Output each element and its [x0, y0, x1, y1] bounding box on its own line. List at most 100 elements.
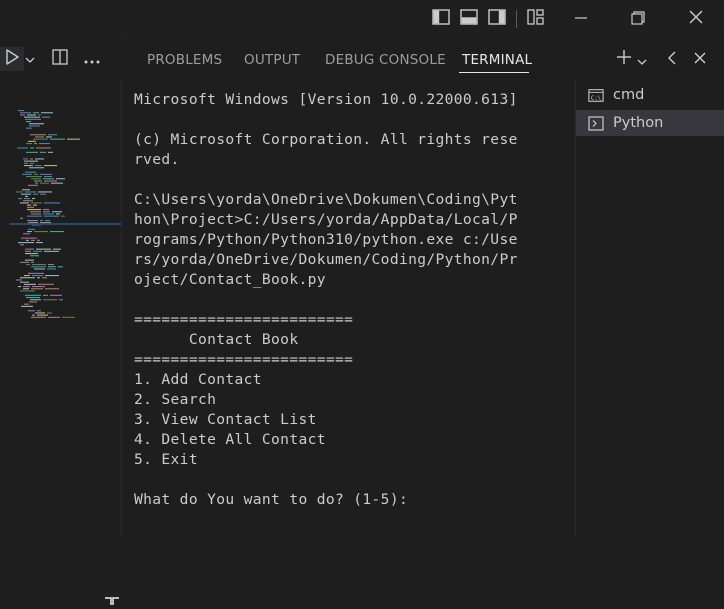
minimap-code-line — [27, 231, 32, 233]
minimap-code-line — [42, 116, 50, 118]
minimap-code-line — [27, 220, 38, 222]
tab-terminal[interactable]: TERMINAL — [462, 52, 532, 68]
minimap-code-line — [25, 250, 31, 252]
tab-problems[interactable]: PROBLEMS — [147, 52, 222, 68]
minimap-code-line — [43, 211, 50, 213]
minimap-code-line — [45, 275, 59, 277]
minimap-code-line — [35, 136, 44, 138]
minimap-code-line — [29, 301, 37, 303]
terminal-line: rved. — [134, 151, 180, 168]
minimap-code-line — [29, 125, 40, 127]
minimap-code-line — [26, 143, 32, 145]
minimap-code-line — [31, 178, 41, 180]
minimap-code-line — [24, 165, 33, 167]
minimap-code-line — [43, 299, 57, 301]
minimap-code-line — [34, 180, 42, 182]
minimap-code-line — [27, 206, 34, 208]
restore-button[interactable] — [625, 6, 651, 32]
close-window-button[interactable] — [683, 6, 709, 32]
minimap[interactable] — [0, 80, 122, 605]
minimap-code-line — [20, 261, 29, 263]
terminal-profile-dropdown[interactable] — [636, 53, 650, 67]
minimap-code-line — [37, 239, 40, 241]
tab-output[interactable]: OUTPUT — [244, 52, 300, 68]
minimap-code-line — [48, 151, 53, 153]
minimize-button[interactable] — [568, 6, 594, 32]
terminal-line: 4. Delete All Contact — [134, 431, 326, 448]
terminal-output[interactable]: Microsoft Windows [Version 10.0.22000.61… — [122, 80, 574, 537]
minimap-code-line — [33, 138, 48, 140]
minimap-code-line — [23, 158, 28, 160]
minimap-code-line — [26, 127, 32, 129]
minimap-code-preview — [10, 110, 121, 318]
minimap-code-line — [25, 294, 41, 296]
minimap-code-line — [31, 202, 42, 204]
minimap-code-line — [41, 112, 53, 114]
minimap-code-line — [20, 277, 35, 279]
minimap-code-line — [43, 213, 54, 215]
minimap-code-line — [20, 202, 29, 204]
minimap-code-line — [44, 202, 60, 204]
minimap-code-line — [37, 314, 48, 316]
minimap-code-line — [32, 275, 43, 277]
terminal-tab-python[interactable]: Python — [576, 110, 724, 136]
minimap-code-line — [44, 165, 57, 167]
minimap-code-line — [51, 182, 63, 184]
minimap-code-line — [25, 191, 36, 193]
tab-debug-console[interactable]: DEBUG CONSOLE — [325, 52, 446, 68]
minimap-code-line — [16, 279, 22, 281]
minimap-code-line — [48, 316, 60, 318]
minimap-code-line — [37, 277, 40, 279]
minimap-code-line — [23, 200, 33, 202]
chevron-down-icon — [24, 51, 36, 70]
restore-icon — [631, 10, 645, 29]
toggle-primary-sidebar-button[interactable] — [428, 6, 454, 32]
previous-panel-button[interactable] — [664, 51, 680, 67]
title-bar — [0, 0, 724, 39]
minimap-code-line — [24, 283, 36, 285]
editor-toolbar — [0, 38, 121, 80]
minimap-code-line — [46, 136, 52, 138]
terminal-tab-cmd[interactable]: C:\ cmd — [576, 82, 724, 108]
run-button[interactable] — [0, 47, 24, 71]
minimap-code-line — [18, 198, 22, 200]
minimap-code-line — [33, 193, 38, 195]
minimap-code-line — [26, 297, 40, 299]
split-editor-button[interactable] — [50, 49, 70, 69]
new-terminal-button[interactable] — [614, 49, 634, 69]
terminal-line: 1. Add Contact — [134, 371, 262, 388]
minimap-code-line — [47, 268, 56, 270]
minimap-code-line — [39, 143, 50, 145]
close-icon — [688, 9, 704, 29]
minimap-code-line — [28, 310, 35, 312]
minimap-code-line — [24, 275, 30, 277]
run-options-dropdown[interactable] — [24, 51, 38, 67]
close-panel-button[interactable] — [692, 51, 708, 67]
toggle-panel-button[interactable] — [456, 6, 482, 32]
minimap-code-line — [33, 250, 42, 252]
terminal-tab-label: Python — [613, 115, 664, 131]
chevron-left-icon — [667, 50, 677, 69]
minimap-scroll-indicator[interactable] — [105, 590, 119, 605]
minimap-code-line — [48, 134, 57, 136]
terminal-line: oject/Contact_Book.py — [134, 271, 326, 288]
minimap-code-line — [21, 237, 37, 239]
layout-sidebar-left-icon — [432, 9, 450, 29]
minimap-code-line — [40, 193, 46, 195]
toggle-secondary-sidebar-button[interactable] — [484, 6, 510, 32]
terminal-line: rs/yorda/OneDrive/Dokumen/Coding/Python/… — [134, 251, 518, 268]
minimap-code-line — [53, 248, 61, 250]
minimap-code-line — [20, 112, 31, 114]
minimap-code-line — [34, 173, 38, 175]
cmd-icon: C:\ — [588, 88, 604, 102]
customize-layout-button[interactable] — [523, 6, 549, 32]
minimap-code-line — [21, 305, 33, 307]
terminal-line: ======================== — [134, 351, 354, 368]
more-actions-button[interactable] — [81, 49, 103, 69]
minimap-code-line — [25, 118, 41, 120]
minimap-code-line — [40, 151, 46, 153]
minimap-code-line — [23, 233, 30, 235]
minimap-code-line — [35, 165, 42, 167]
minimap-code-line — [22, 173, 32, 175]
minimap-code-line — [38, 283, 54, 285]
